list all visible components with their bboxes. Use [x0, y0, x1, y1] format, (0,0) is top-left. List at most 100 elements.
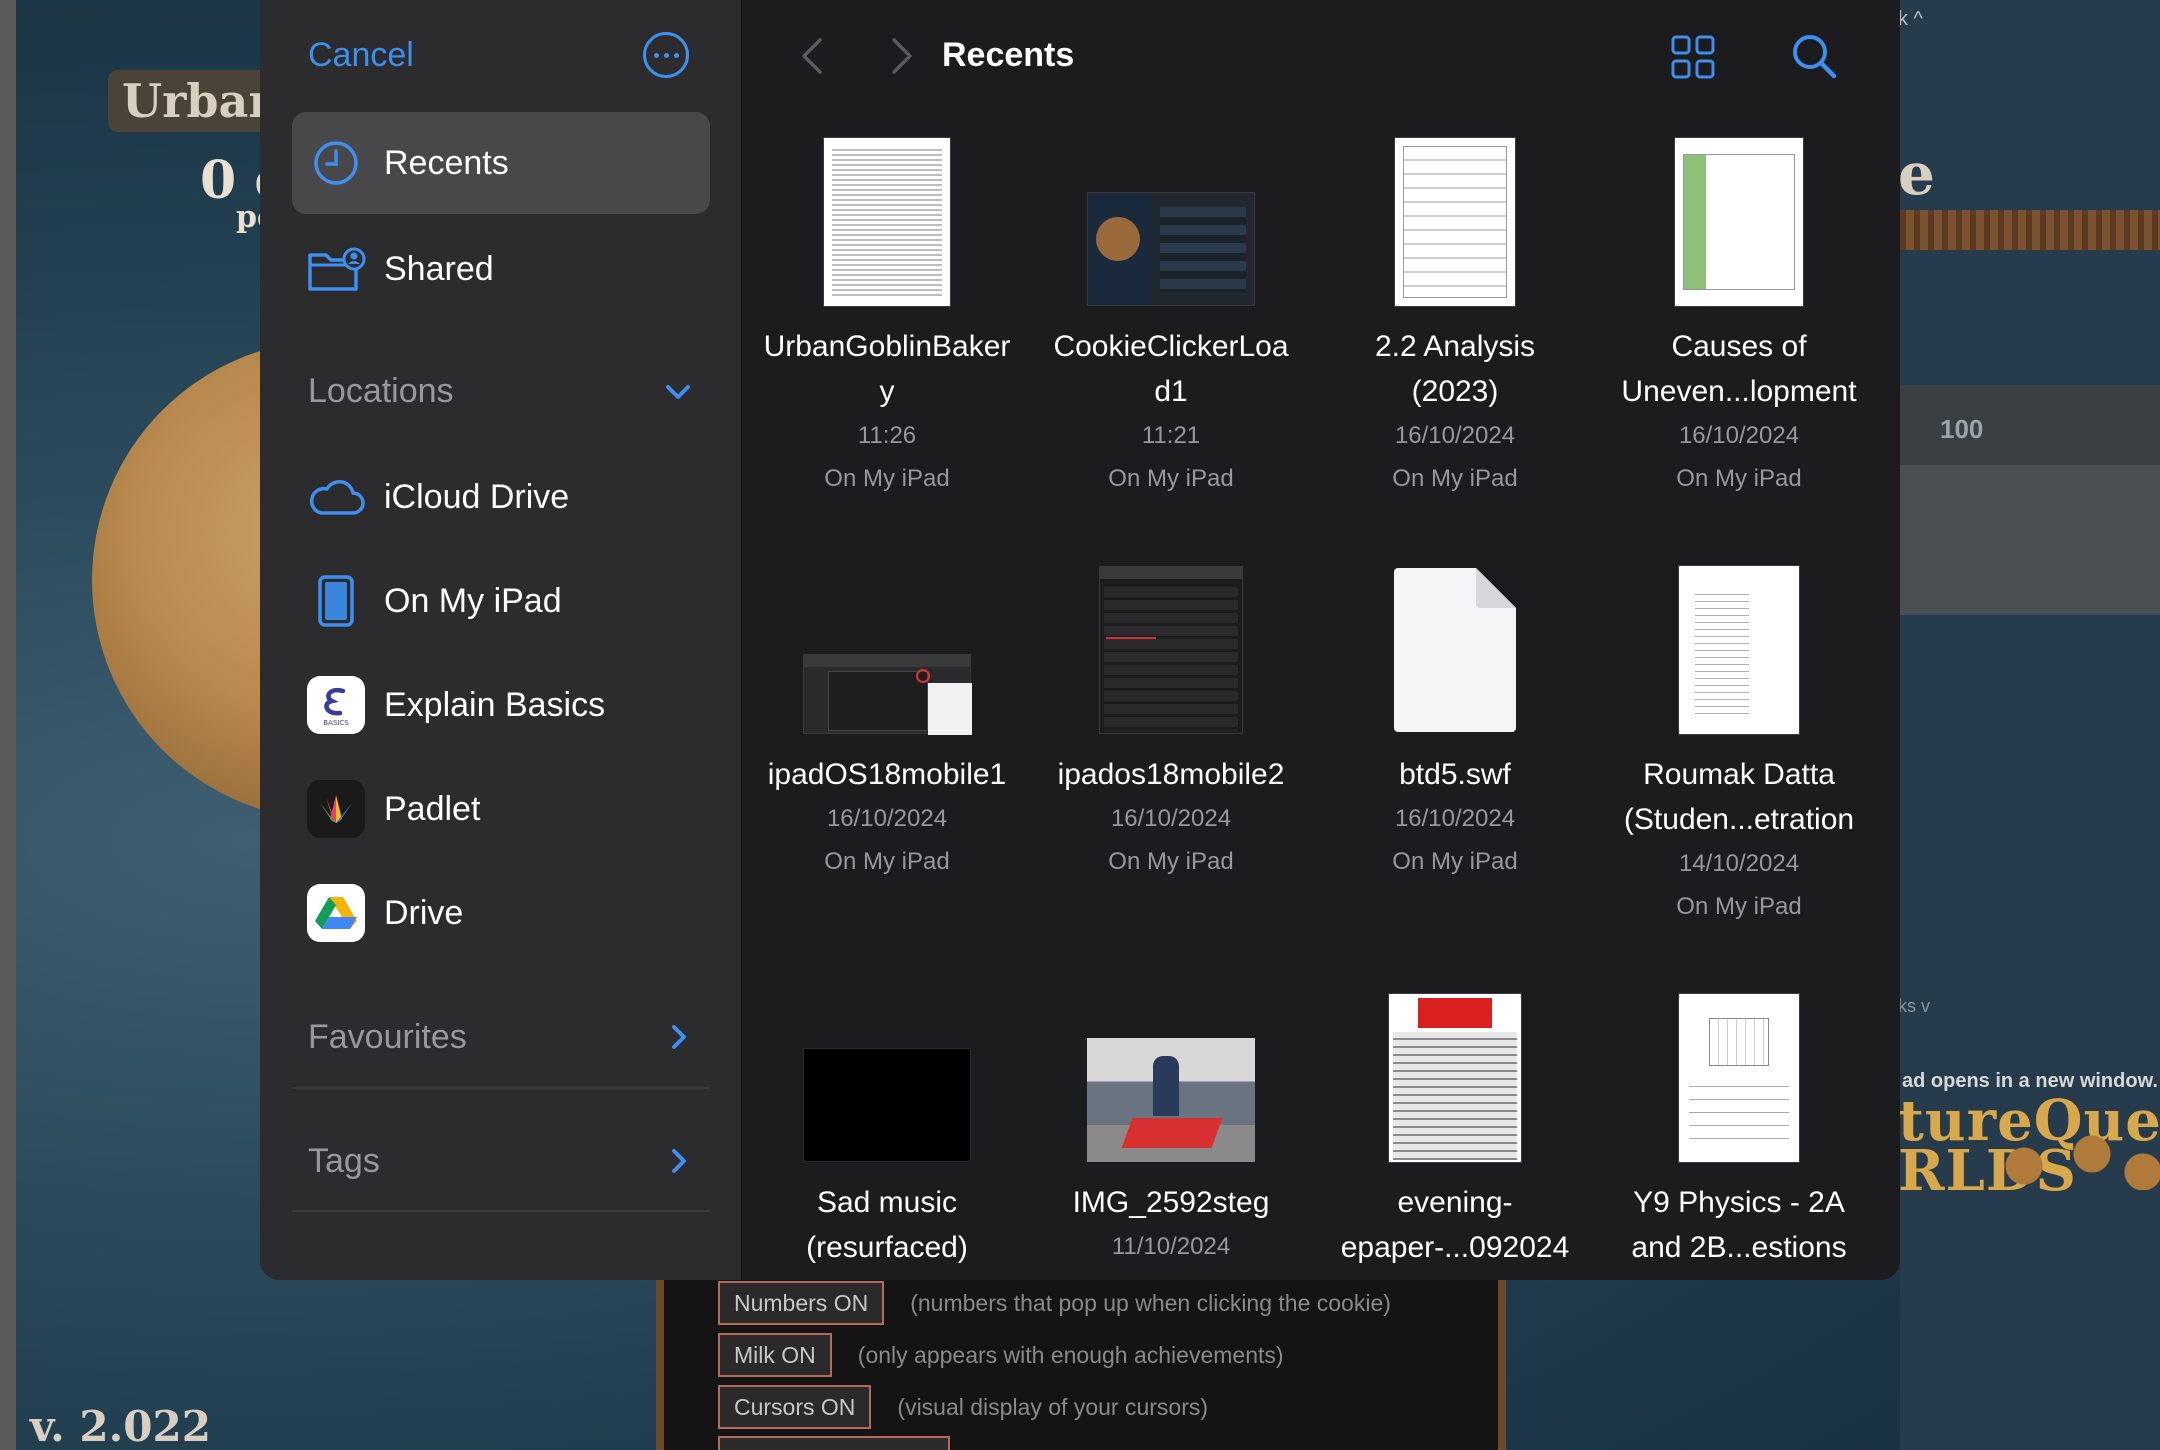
file-name-line: CookieClickerLoa — [1053, 330, 1289, 363]
file-location: On My iPad — [1392, 465, 1518, 492]
file-thumbnail — [752, 990, 1022, 1162]
option-milk: Milk ON (only appears with enough achiev… — [718, 1332, 1284, 1378]
file-name-line: (resurfaced) — [806, 1231, 968, 1264]
dot-icon — [673, 52, 679, 58]
file-date: 11:26 — [857, 422, 917, 449]
explain-basics-icon: BASICS — [306, 675, 366, 735]
file-name-line: (Studen...etration — [1623, 803, 1855, 836]
file-location: On My iPad — [824, 465, 950, 492]
back-chevron-icon[interactable] — [792, 34, 832, 78]
file-thumbnail — [1320, 990, 1590, 1162]
file-name-line: Causes of — [1671, 330, 1807, 363]
file-name-line: Y9 Physics - 2A — [1633, 1186, 1845, 1219]
blank-document-icon — [1394, 568, 1516, 732]
dot-icon — [653, 52, 659, 58]
file-date: 11:21 — [1141, 422, 1201, 449]
file-name-line: Sad music — [816, 1186, 958, 1219]
sidebar-item-icloud-drive[interactable]: iCloud Drive — [292, 446, 710, 548]
sidebar-item-label: Recents — [384, 143, 509, 182]
sidebar-item-padlet[interactable]: Padlet — [292, 758, 710, 860]
sidebar-item-shared[interactable]: Shared — [292, 218, 710, 320]
file-name-line: evening- — [1397, 1186, 1513, 1219]
option-button[interactable]: Numbers ON — [718, 1281, 885, 1325]
option-description: (visual display of your cursors) — [897, 1393, 1209, 1420]
option-description: (numbers that pop up when clicking the c… — [910, 1289, 1391, 1316]
file-location: On My iPad — [824, 848, 950, 875]
option-button[interactable]: Cursors ON — [718, 1385, 872, 1429]
store-divider — [1900, 210, 2160, 250]
sidebar-divider — [292, 1087, 710, 1089]
sidebar-item-label: On My iPad — [384, 581, 562, 620]
ipad-icon — [306, 571, 366, 631]
google-drive-icon — [306, 883, 366, 943]
window-edge — [0, 0, 16, 1450]
page-title: Recents — [942, 36, 1075, 74]
chevron-down-icon[interactable] — [658, 373, 698, 413]
file-thumbnail — [1604, 562, 1874, 734]
file-thumbnail — [752, 134, 1022, 306]
file-name-line: and 2B...estions — [1631, 1231, 1847, 1264]
file-picker: Cancel Recents Shared Locations iCloud D… — [260, 0, 1900, 1280]
option-button[interactable] — [718, 1436, 950, 1450]
file-thumbnail — [1320, 134, 1590, 306]
picker-sidebar: Cancel Recents Shared Locations iCloud D… — [260, 0, 742, 1280]
chevron-right-icon[interactable] — [658, 1141, 698, 1181]
file-name-line: 2.2 Analysis — [1374, 330, 1536, 363]
cloud-icon — [306, 467, 366, 527]
locations-header[interactable]: Locations — [308, 372, 454, 411]
cancel-button[interactable]: Cancel — [308, 36, 414, 75]
shared-folder-icon — [306, 239, 366, 299]
file-location: On My iPad — [1108, 465, 1234, 492]
file-name-line: (2023) — [1411, 375, 1499, 408]
chevron-right-icon[interactable] — [658, 1017, 698, 1057]
sidebar-item-label: iCloud Drive — [384, 477, 570, 516]
file-thumbnail — [1604, 990, 1874, 1162]
file-date: 16/10/2024 — [1394, 805, 1516, 832]
ad-cookies — [1990, 1130, 2160, 1190]
file-date: 14/10/2024 — [1678, 850, 1800, 877]
store-price: 100 — [1940, 414, 1984, 444]
file-date: 16/10/2024 — [1110, 805, 1232, 832]
option-button[interactable]: Milk ON — [718, 1333, 832, 1377]
sidebar-item-drive[interactable]: Drive — [292, 862, 710, 964]
option-description: (only appears with enough achievements) — [857, 1341, 1284, 1368]
file-name-line: Uneven...lopment — [1621, 375, 1857, 408]
file-name-line: UrbanGoblinBaker — [763, 330, 1011, 363]
game-version: v. 2.022 — [30, 1402, 211, 1450]
file-thumbnail — [1036, 134, 1306, 306]
favourites-header[interactable]: Favourites — [308, 1018, 467, 1057]
sidebar-item-label: Padlet — [384, 789, 481, 828]
file-thumbnail — [1604, 134, 1874, 306]
sidebar-item-recents[interactable]: Recents — [292, 112, 710, 214]
file-name-line: d1 — [1154, 375, 1188, 408]
option-cursors: Cursors ON (visual display of your curso… — [718, 1384, 1208, 1430]
padlet-icon — [306, 779, 366, 839]
file-location: On My iPad — [1676, 465, 1802, 492]
sidebar-divider — [292, 1210, 710, 1212]
file-date: 11/10/2024 — [1111, 1233, 1231, 1260]
dot-icon — [663, 52, 669, 58]
sidebar-item-on-my-ipad[interactable]: On My iPad — [292, 550, 710, 652]
file-date: 16/10/2024 — [1394, 422, 1516, 449]
file-location: On My iPad — [1108, 848, 1234, 875]
option-numbers: Numbers ON (numbers that pop up when cli… — [718, 1280, 1391, 1326]
file-name-line: ipados18mobile2 — [1057, 758, 1285, 791]
file-date: 16/10/2024 — [826, 805, 948, 832]
file-name-line: Roumak Datta — [1643, 758, 1835, 791]
file-thumbnail — [1036, 990, 1306, 1162]
tags-header[interactable]: Tags — [308, 1142, 380, 1181]
store-text: ks v — [1898, 996, 1931, 1016]
more-options-button[interactable] — [643, 32, 689, 78]
search-icon[interactable] — [1790, 32, 1838, 80]
file-name-line: epaper-...092024 — [1340, 1231, 1570, 1264]
sidebar-item-label: Explain Basics — [384, 685, 606, 724]
forward-chevron-icon[interactable] — [882, 34, 922, 78]
sidebar-item-label: Shared — [384, 249, 494, 288]
file-date: 16/10/2024 — [1678, 422, 1800, 449]
svg-text:BASICS: BASICS — [323, 719, 349, 727]
sidebar-item-explain-basics[interactable]: BASICS Explain Basics — [292, 654, 710, 756]
store-text: k ^ — [1898, 8, 1923, 30]
file-thumbnail — [1320, 562, 1590, 734]
grid-view-icon[interactable] — [1670, 34, 1716, 80]
store-row — [1900, 385, 2160, 465]
